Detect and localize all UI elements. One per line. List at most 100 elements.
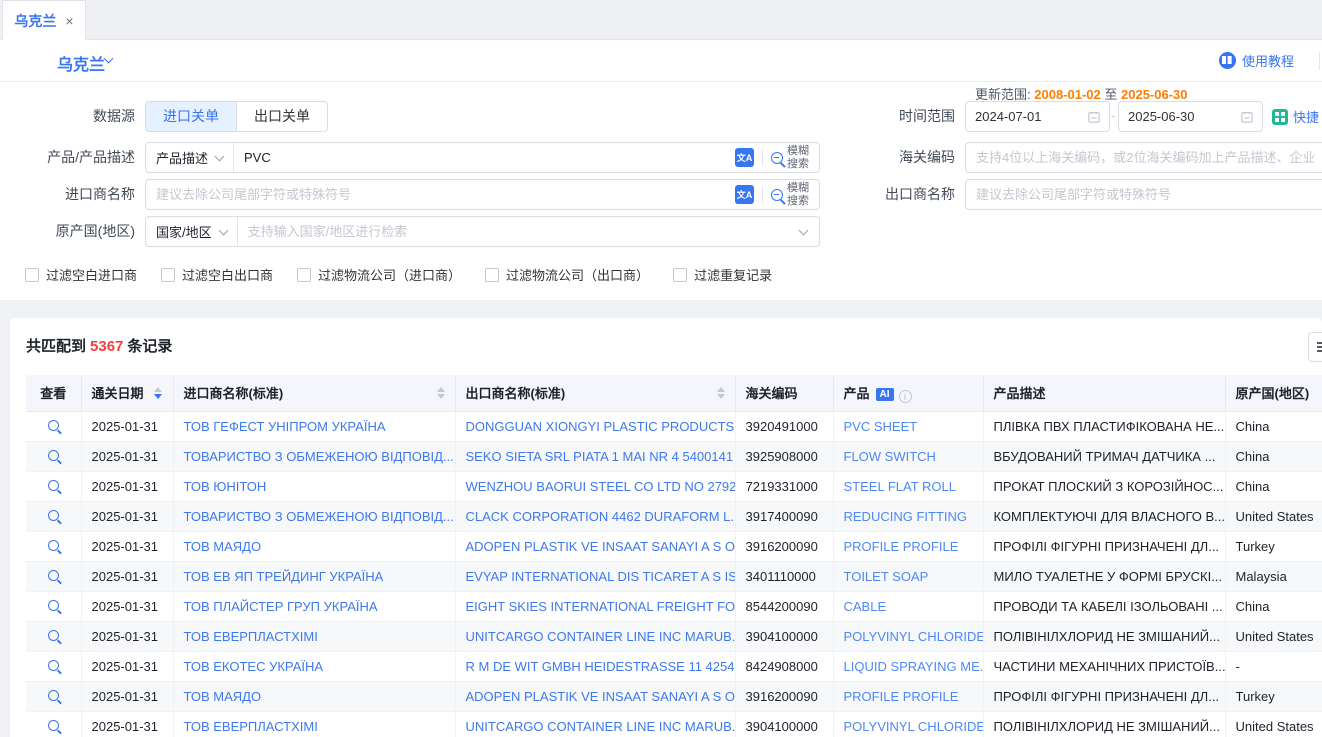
view-cell[interactable] (26, 501, 81, 531)
col-exporter[interactable]: 出口商名称(标准) (455, 375, 735, 411)
view-magnifier-icon[interactable] (48, 660, 59, 671)
tab-export-declarations[interactable]: 出口关单 (236, 102, 327, 131)
importer-fuzzy-search-button[interactable]: 模糊搜索 (771, 182, 819, 207)
end-date-input[interactable] (1128, 109, 1235, 124)
translate-icon[interactable]: 文A (735, 148, 754, 167)
chevron-down-icon[interactable] (104, 54, 114, 64)
row-importer-link[interactable]: ТОВ МАЯДО (173, 681, 455, 711)
quick-label: 快捷 (1293, 107, 1319, 126)
sort-date[interactable] (154, 387, 162, 399)
country-selector[interactable]: 乌克兰 (57, 51, 105, 75)
row-exporter-link[interactable]: ADOPEN PLASTIK VE INSAAT SANAYI A S O... (455, 531, 735, 561)
row-exporter-link[interactable]: DONGGUAN XIONGYI PLASTIC PRODUCTS ... (455, 411, 735, 441)
info-icon[interactable]: i (899, 390, 912, 403)
view-cell[interactable] (26, 651, 81, 681)
row-importer-link[interactable]: ТОВ ЕВ ЯП ТРЕЙДИНГ УКРАЇНА (173, 561, 455, 591)
view-cell[interactable] (26, 711, 81, 737)
view-cell[interactable] (26, 681, 81, 711)
table-row: 2025-01-31 ТОВ МАЯДО ADOPEN PLASTIK VE I… (26, 531, 1322, 561)
chevron-down-icon[interactable] (799, 225, 809, 235)
checkbox-filter-blank-exporter[interactable]: 过滤空白出口商 (161, 265, 273, 284)
view-magnifier-icon[interactable] (48, 720, 59, 731)
sort-exporter[interactable] (717, 387, 725, 399)
row-exporter-link[interactable]: UNITCARGO CONTAINER LINE INC MARUB... (455, 711, 735, 737)
calendar-icon[interactable] (1088, 110, 1100, 124)
checkbox-icon[interactable] (161, 268, 175, 282)
row-product-link[interactable]: LIQUID SPRAYING ME... (833, 651, 983, 681)
row-product-link[interactable]: POLYVINYL CHLORIDE (833, 711, 983, 737)
translate-icon[interactable]: 文A (735, 185, 754, 204)
checkbox-icon[interactable] (485, 268, 499, 282)
view-magnifier-icon[interactable] (48, 510, 59, 521)
row-exporter-link[interactable]: WENZHOU BAORUI STEEL CO LTD NO 2792... (455, 471, 735, 501)
row-exporter-link[interactable]: UNITCARGO CONTAINER LINE INC MARUB... (455, 621, 735, 651)
sort-importer[interactable] (437, 387, 445, 399)
row-product-link[interactable]: TOILET SOAP (833, 561, 983, 591)
row-importer-link[interactable]: ТОВ ЕКОТЕС УКРАЇНА (173, 651, 455, 681)
view-magnifier-icon[interactable] (48, 570, 59, 581)
exporter-input[interactable] (966, 187, 1322, 202)
quick-select-button[interactable]: 快捷 (1272, 107, 1319, 126)
col-date[interactable]: 通关日期 (81, 375, 173, 411)
row-product-link[interactable]: PROFILE PROFILE (833, 531, 983, 561)
view-cell[interactable] (26, 561, 81, 591)
settings-button[interactable] (1308, 332, 1322, 362)
row-product-link[interactable]: POLYVINYL CHLORIDE (833, 621, 983, 651)
view-magnifier-icon[interactable] (48, 540, 59, 551)
checkbox-icon[interactable] (297, 268, 311, 282)
start-date-input[interactable] (975, 109, 1082, 124)
view-cell[interactable] (26, 591, 81, 621)
checkbox-filter-logistics-importer[interactable]: 过滤物流公司（进口商） (297, 265, 461, 284)
view-cell[interactable] (26, 441, 81, 471)
view-cell[interactable] (26, 531, 81, 561)
view-cell[interactable] (26, 411, 81, 441)
checkbox-filter-blank-importer[interactable]: 过滤空白进口商 (25, 265, 137, 284)
row-exporter-link[interactable]: ADOPEN PLASTIK VE INSAAT SANAYI A S O... (455, 681, 735, 711)
product-fuzzy-search-button[interactable]: 模糊搜索 (771, 145, 819, 170)
row-exporter-link[interactable]: SEKO SIETA SRL PIATA 1 MAI NR 4 5400141 … (455, 441, 735, 471)
view-cell[interactable] (26, 471, 81, 501)
row-importer-link[interactable]: ТОВ ЕВЕРПЛАСТХІМІ (173, 621, 455, 651)
row-importer-link[interactable]: ТОВ ГЕФЕСТ УНІПРОМ УКРАЇНА (173, 411, 455, 441)
product-search-control: 产品描述 文A 模糊搜索 (145, 142, 820, 173)
row-importer-link[interactable]: ТОВ МАЯДО (173, 531, 455, 561)
origin-type-select[interactable]: 国家/地区 (146, 217, 238, 246)
checkbox-filter-logistics-exporter[interactable]: 过滤物流公司（出口商） (485, 265, 649, 284)
row-product-link[interactable]: CABLE (833, 591, 983, 621)
importer-input[interactable] (146, 187, 735, 202)
row-importer-link[interactable]: ТОВАРИСТВО З ОБМЕЖЕНОЮ ВІДПОВІД... (173, 501, 455, 531)
row-product-link[interactable]: STEEL FLAT ROLL (833, 471, 983, 501)
view-magnifier-icon[interactable] (48, 480, 59, 491)
view-magnifier-icon[interactable] (48, 630, 59, 641)
checkbox-filter-duplicates[interactable]: 过滤重复记录 (673, 265, 772, 284)
view-magnifier-icon[interactable] (48, 600, 59, 611)
tab-ukraine[interactable]: 乌克兰 × (2, 0, 86, 40)
view-magnifier-icon[interactable] (48, 420, 59, 431)
row-exporter-link[interactable]: EIGHT SKIES INTERNATIONAL FREIGHT FOR... (455, 591, 735, 621)
product-type-select[interactable]: 产品描述 (146, 143, 234, 172)
tab-import-declarations[interactable]: 进口关单 (146, 102, 236, 131)
row-importer-link[interactable]: ТОВ ПЛАЙСТЕР ГРУП УКРАЇНА (173, 591, 455, 621)
row-product-link[interactable]: FLOW SWITCH (833, 441, 983, 471)
calendar-icon[interactable] (1241, 110, 1253, 124)
checkbox-icon[interactable] (673, 268, 687, 282)
row-exporter-link[interactable]: EVYAP INTERNATIONAL DIS TICARET A S IS..… (455, 561, 735, 591)
row-importer-link[interactable]: ТОВ ЮНІТОН (173, 471, 455, 501)
tab-close-icon[interactable]: × (65, 13, 73, 29)
row-product-link[interactable]: PROFILE PROFILE (833, 681, 983, 711)
checkbox-icon[interactable] (25, 268, 39, 282)
row-exporter-link[interactable]: CLACK CORPORATION 4462 DURAFORM L... (455, 501, 735, 531)
origin-input[interactable] (238, 224, 800, 239)
row-product-link[interactable]: REDUCING FITTING (833, 501, 983, 531)
row-importer-link[interactable]: ТОВАРИСТВО З ОБМЕЖЕНОЮ ВІДПОВІД... (173, 441, 455, 471)
view-magnifier-icon[interactable] (48, 450, 59, 461)
product-search-input[interactable] (234, 150, 735, 165)
view-cell[interactable] (26, 621, 81, 651)
col-importer[interactable]: 进口商名称(标准) (173, 375, 455, 411)
tutorial-link[interactable]: 使用教程 (1219, 51, 1294, 70)
view-magnifier-icon[interactable] (48, 690, 59, 701)
row-exporter-link[interactable]: R M DE WIT GMBH HEIDESTRASSE 11 4254... (455, 651, 735, 681)
row-importer-link[interactable]: ТОВ ЕВЕРПЛАСТХІМІ (173, 711, 455, 737)
row-product-link[interactable]: PVC SHEET (833, 411, 983, 441)
hs-code-input[interactable] (966, 150, 1322, 165)
